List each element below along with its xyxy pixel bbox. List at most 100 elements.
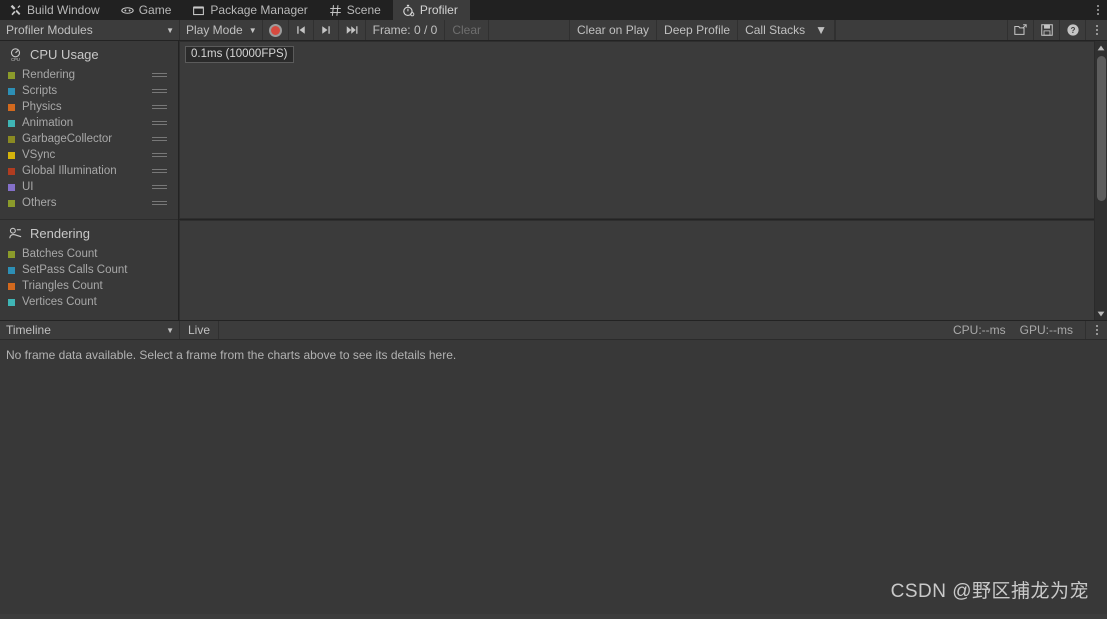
- counter-row[interactable]: Vertices Count: [0, 294, 178, 310]
- chart-cpu-usage[interactable]: 0.1ms (10000FPS): [179, 41, 1107, 220]
- chart-rendering[interactable]: [179, 220, 1107, 320]
- drag-handle-icon[interactable]: [152, 201, 167, 205]
- scroll-down-icon[interactable]: [1097, 307, 1105, 320]
- chevron-down-icon: ▼: [166, 25, 174, 35]
- counter-label: Scripts: [22, 85, 58, 97]
- chart-plot-area[interactable]: [179, 220, 1107, 320]
- clear-label: Clear: [452, 23, 481, 37]
- clear-button[interactable]: Clear: [445, 20, 489, 40]
- unity-profiler-window: Build Window Game Package Manager Scene …: [0, 0, 1107, 619]
- tab-game[interactable]: Game: [112, 0, 184, 20]
- drag-handle-icon[interactable]: [152, 105, 167, 109]
- clear-on-play-label: Clear on Play: [577, 23, 650, 37]
- next-frame-button[interactable]: [314, 20, 339, 40]
- scrollbar-track[interactable]: [1095, 54, 1107, 307]
- tab-scene[interactable]: Scene: [320, 0, 393, 20]
- counter-label: Others: [22, 197, 57, 209]
- stopwatch-icon: [402, 4, 415, 17]
- tab-label: Profiler: [419, 3, 458, 17]
- previous-frame-icon: [295, 24, 307, 36]
- gamepad-icon: [120, 4, 134, 17]
- load-folder-icon: [1013, 23, 1028, 37]
- counter-row[interactable]: Global Illumination: [0, 163, 178, 179]
- profiler-modules-label: Profiler Modules: [6, 23, 93, 37]
- help-question-icon: ?: [1066, 23, 1080, 37]
- chevron-down-icon: ▼: [166, 325, 174, 335]
- gpu-time-stat: GPU:--ms: [1019, 323, 1073, 337]
- tab-label: Build Window: [27, 3, 100, 17]
- counter-row[interactable]: Batches Count: [0, 246, 178, 262]
- previous-frame-button[interactable]: [289, 20, 314, 40]
- tab-label: Scene: [346, 3, 381, 17]
- counter-row[interactable]: Animation: [0, 115, 178, 131]
- drag-handle-icon[interactable]: [152, 137, 167, 141]
- drag-handle-icon[interactable]: [152, 121, 167, 125]
- no-frame-data-message: No frame data available. Select a frame …: [6, 348, 457, 362]
- module-rendering[interactable]: Rendering Batches Count SetPass Calls Co…: [0, 220, 178, 320]
- counter-row[interactable]: UI: [0, 179, 178, 195]
- drag-handle-icon[interactable]: [152, 73, 167, 77]
- cpu-time-stat: CPU:--ms: [953, 323, 1006, 337]
- counter-label: Triangles Count: [22, 280, 103, 292]
- play-mode-dropdown[interactable]: Play Mode ▼: [180, 20, 263, 40]
- profiler-options-menu[interactable]: [1085, 20, 1107, 40]
- deep-profile-toggle[interactable]: Deep Profile: [657, 20, 739, 40]
- counter-row[interactable]: GarbageCollector: [0, 131, 178, 147]
- save-disk-icon: [1040, 23, 1054, 37]
- frame-counter: Frame: 0 / 0: [366, 20, 446, 40]
- window-bottom-strip: [0, 614, 1107, 619]
- detail-toolbar-stats: CPU:--ms GPU:--ms: [219, 321, 1085, 339]
- counter-row[interactable]: SetPass Calls Count: [0, 262, 178, 278]
- chevron-down-icon: ▼: [248, 25, 257, 35]
- record-button[interactable]: [263, 20, 289, 40]
- scrollbar-thumb[interactable]: [1096, 56, 1106, 201]
- svg-text:CPU: CPU: [11, 57, 20, 62]
- drag-handle-icon[interactable]: [152, 153, 167, 157]
- csdn-watermark: CSDN @野区捕龙为宠: [890, 581, 1089, 602]
- profiler-toolbar: Profiler Modules ▼ Play Mode ▼ Frame: 0 …: [0, 20, 1107, 41]
- last-frame-button[interactable]: [339, 20, 366, 40]
- detail-view-dropdown[interactable]: Timeline ▼: [0, 321, 180, 339]
- chart-plot-area[interactable]: [179, 41, 1107, 219]
- counter-swatch: [8, 282, 15, 290]
- counter-row[interactable]: Physics: [0, 99, 178, 115]
- charts-vertical-scrollbar[interactable]: [1094, 41, 1107, 320]
- profiler-modules-dropdown[interactable]: Profiler Modules ▼: [0, 20, 180, 40]
- save-profile-button[interactable]: [1033, 20, 1059, 40]
- tab-bar-spacer: [470, 0, 1089, 20]
- toolbar-filler: [835, 20, 1007, 40]
- help-button[interactable]: ?: [1059, 20, 1085, 40]
- tab-label: Package Manager: [210, 3, 308, 17]
- counter-row[interactable]: Rendering: [0, 67, 178, 83]
- cpu-icon: CPU: [8, 47, 23, 62]
- tab-profiler[interactable]: Profiler: [392, 0, 470, 20]
- frame-counter-label: Frame: 0 / 0: [372, 23, 438, 37]
- counter-row[interactable]: Triangles Count: [0, 278, 178, 294]
- module-cpu-usage[interactable]: CPU CPU Usage Rendering Scripts Physics …: [0, 41, 178, 220]
- live-toggle-button[interactable]: Live: [180, 321, 220, 339]
- charts-column: 0.1ms (10000FPS): [179, 41, 1107, 320]
- drag-handle-icon[interactable]: [152, 169, 167, 173]
- kebab-menu-icon[interactable]: [1089, 0, 1107, 20]
- module-header: CPU CPU Usage: [0, 41, 178, 67]
- counter-swatch: [8, 167, 15, 175]
- clear-on-play-toggle[interactable]: Clear on Play: [569, 20, 658, 40]
- counter-label: VSync: [22, 149, 56, 161]
- drag-handle-icon[interactable]: [152, 185, 167, 189]
- counter-label: UI: [22, 181, 34, 193]
- tab-label: Game: [138, 3, 172, 17]
- counter-row[interactable]: Scripts: [0, 83, 178, 99]
- scroll-up-icon[interactable]: [1097, 41, 1105, 54]
- counter-swatch: [8, 151, 15, 159]
- counter-row[interactable]: VSync: [0, 147, 178, 163]
- load-profile-button[interactable]: [1007, 20, 1033, 40]
- call-stacks-dropdown[interactable]: Call Stacks ▼: [738, 20, 836, 40]
- detail-options-menu[interactable]: [1085, 321, 1107, 339]
- tab-build-window[interactable]: Build Window: [0, 0, 112, 20]
- tab-package-manager[interactable]: Package Manager: [183, 0, 319, 20]
- counter-row[interactable]: Others: [0, 195, 178, 211]
- counter-label: SetPass Calls Count: [22, 264, 128, 276]
- drag-handle-icon[interactable]: [152, 89, 167, 93]
- rendering-icon: [8, 226, 23, 241]
- live-label: Live: [188, 323, 211, 337]
